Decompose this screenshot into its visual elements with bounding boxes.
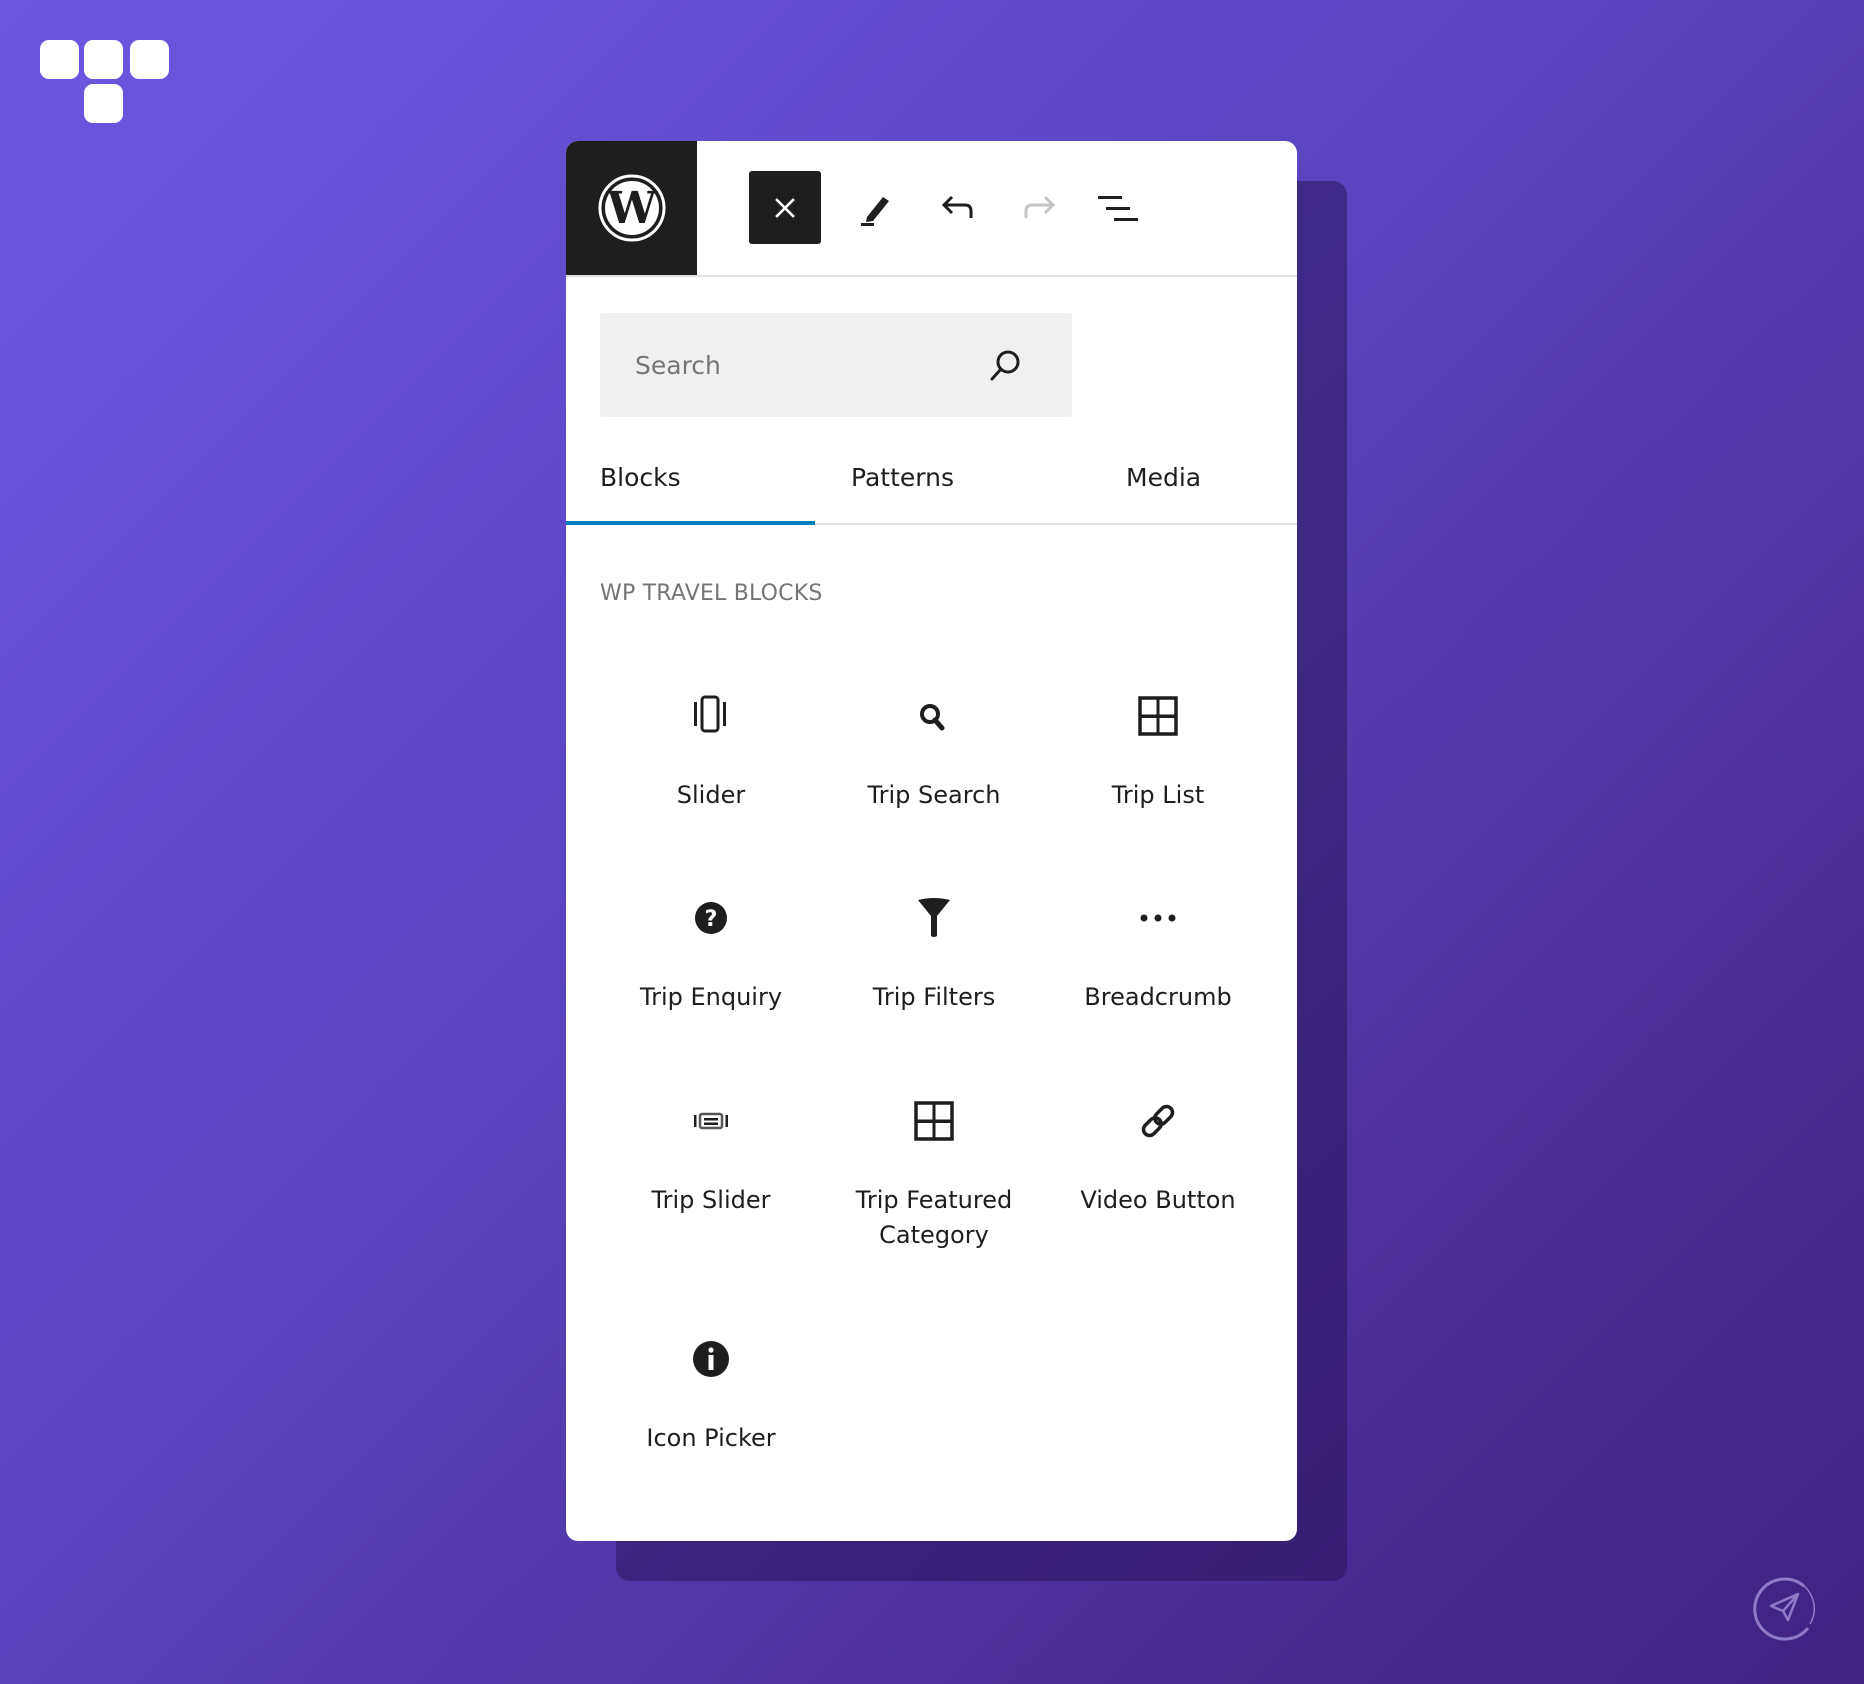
tab-media[interactable]: Media [1126, 431, 1201, 523]
pencil-icon [861, 197, 889, 226]
block-label: Trip Featured Category [855, 1186, 1013, 1249]
block-item-icon-picker[interactable]: Icon Picker [599, 1335, 823, 1456]
block-search [600, 313, 1072, 417]
logo-square [130, 40, 169, 79]
block-label: Trip Search [867, 781, 1001, 809]
close-inserter-button[interactable] [749, 171, 821, 244]
tools-button[interactable] [854, 185, 900, 231]
brand-logo [40, 40, 170, 124]
gallery-slider-icon [687, 1097, 735, 1145]
block-item-trip-search[interactable]: Trip Search [822, 692, 1046, 813]
block-item-video-button[interactable]: Video Button [1046, 1097, 1270, 1218]
grid-icon [1134, 692, 1182, 740]
block-item-slider[interactable]: Slider [599, 692, 823, 813]
info-icon [687, 1335, 735, 1383]
telegram-badge [1752, 1572, 1822, 1642]
search-input[interactable] [600, 313, 980, 417]
block-label: Slider [676, 781, 746, 809]
filter-icon [910, 894, 958, 942]
block-item-trip-slider[interactable]: Trip Slider [599, 1097, 823, 1218]
undo-icon [941, 195, 973, 218]
block-item-trip-featured-category[interactable]: Trip Featured Category [822, 1097, 1046, 1253]
redo-icon [1024, 195, 1056, 218]
tab-patterns[interactable]: Patterns [851, 431, 954, 523]
section-title: WP TRAVEL BLOCKS [600, 581, 823, 606]
block-item-trip-filters[interactable]: Trip Filters [822, 894, 1046, 1015]
question-icon: ? [687, 894, 735, 942]
search-icon [910, 692, 958, 740]
svg-text:W: W [606, 183, 657, 234]
block-item-breadcrumb[interactable]: Breadcrumb [1046, 894, 1270, 1015]
list-view-icon [1098, 196, 1138, 221]
block-label: Trip Enquiry [639, 983, 783, 1011]
slider-icon [687, 692, 735, 740]
block-inserter-panel: W Search Blocks Patterns Media WP TRAVEL… [566, 141, 1297, 1541]
inserter-tabs: Blocks Patterns Media [566, 431, 1297, 525]
block-label: Trip Filters [872, 983, 996, 1011]
block-label: Icon Picker [646, 1424, 776, 1452]
block-item-trip-enquiry[interactable]: ? Trip Enquiry [599, 894, 823, 1015]
link-icon [1134, 1097, 1182, 1145]
list-view-button[interactable] [1095, 185, 1141, 231]
block-label: Trip Slider [651, 1186, 771, 1214]
logo-square [40, 40, 79, 79]
block-label: Video Button [1080, 1186, 1236, 1214]
undo-button[interactable] [935, 185, 981, 231]
ellipsis-icon [1134, 894, 1182, 942]
redo-button[interactable] [1016, 185, 1062, 231]
block-item-trip-list[interactable]: Trip List [1046, 692, 1270, 813]
wordpress-logo-icon: W [598, 174, 665, 242]
close-icon [775, 197, 795, 218]
svg-text:?: ? [705, 907, 718, 932]
grid-icon [910, 1097, 958, 1145]
wordpress-logo-button[interactable]: W [566, 141, 697, 275]
block-label: Trip List [1111, 781, 1205, 809]
active-tab-indicator [566, 521, 815, 525]
logo-square [84, 40, 123, 79]
search-icon[interactable] [985, 346, 1025, 386]
tab-blocks[interactable]: Blocks [600, 431, 681, 523]
block-label: Breadcrumb [1084, 983, 1232, 1011]
editor-toolbar: W [566, 141, 1297, 277]
telegram-icon [1753, 1577, 1815, 1641]
logo-square [84, 84, 123, 123]
